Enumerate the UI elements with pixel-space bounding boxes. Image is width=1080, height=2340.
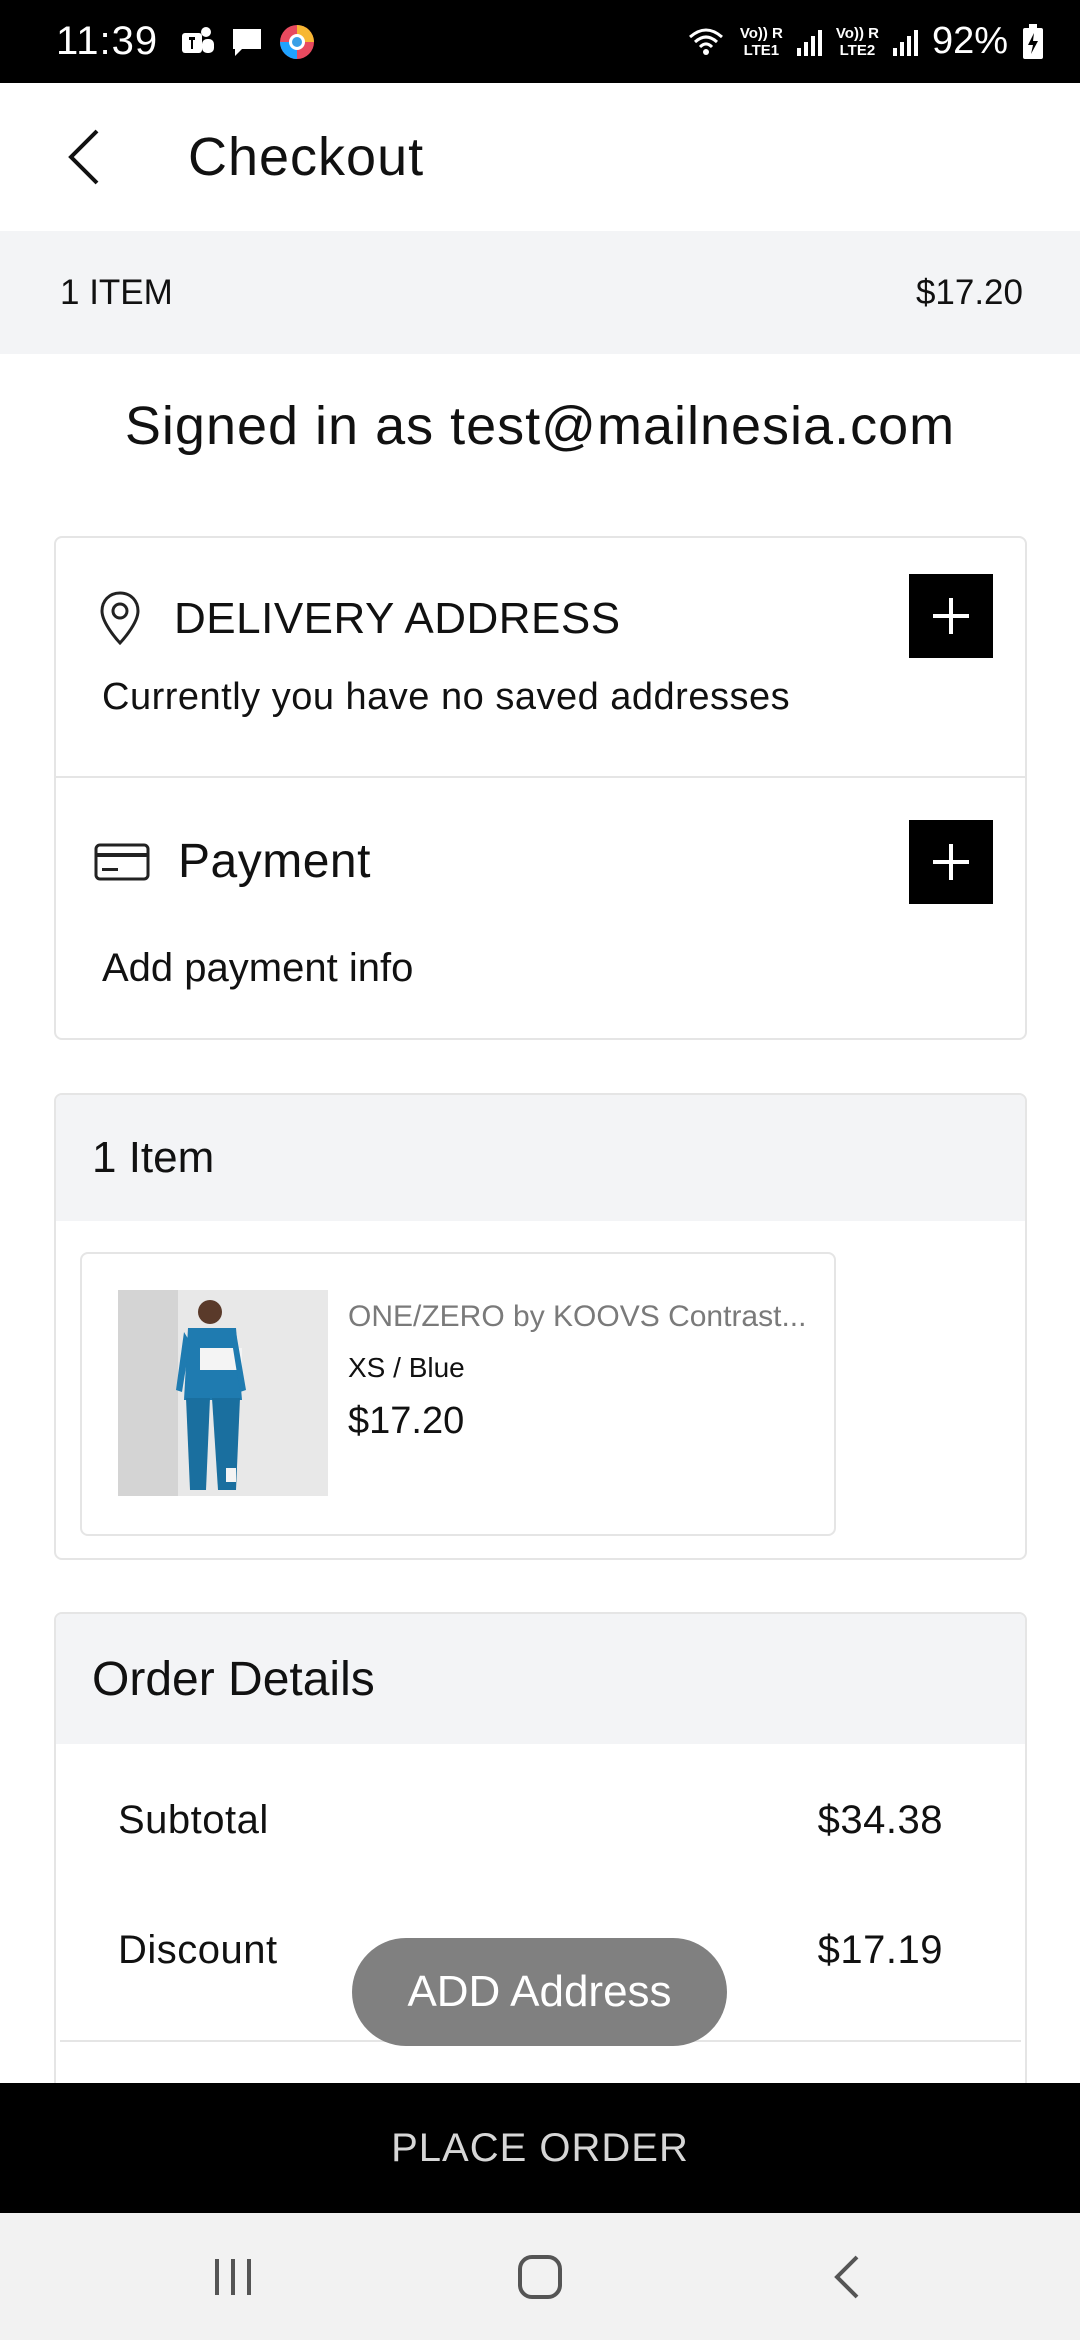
recent-apps-button[interactable] xyxy=(173,2232,293,2322)
items-card: 1 Item ONE/ZERO by KOOVS Contrast... XS … xyxy=(54,1093,1027,1560)
discount-label: Discount xyxy=(118,1928,278,1972)
app-header: Checkout xyxy=(0,83,1080,231)
system-back-button[interactable] xyxy=(787,2232,907,2322)
signal-bars-sim1-icon xyxy=(796,28,822,56)
product-variant: XS / Blue xyxy=(348,1352,465,1383)
battery-percent: 92% xyxy=(931,20,1008,62)
subtotal-label: Subtotal xyxy=(118,1798,269,1842)
home-button[interactable] xyxy=(480,2232,600,2322)
items-heading: 1 Item xyxy=(56,1095,1025,1221)
item-count: 1 ITEM xyxy=(60,272,173,312)
credit-card-icon xyxy=(94,843,150,881)
back-arrow-icon xyxy=(833,2255,859,2298)
product-image xyxy=(118,1290,328,1496)
status-notification-icons xyxy=(180,23,316,61)
status-time: 11:39 xyxy=(56,19,159,63)
wifi-icon xyxy=(688,28,723,55)
chevron-left-icon xyxy=(68,129,99,185)
location-pin-icon xyxy=(100,591,140,646)
cart-total: $17.20 xyxy=(915,272,1023,312)
discount-value: $17.19 xyxy=(817,1928,943,1972)
status-system-icons: Vo)) R LTE1 Vo)) R LTE2 92% xyxy=(686,20,1044,63)
sim2-network: LTE2 xyxy=(839,41,876,59)
teams-icon xyxy=(182,26,215,53)
chat-bubble-icon xyxy=(233,28,262,56)
sim2-label: Vo)) R LTE2 xyxy=(836,25,879,59)
cart-summary-strip: 1 ITEM $17.20 xyxy=(0,231,1080,354)
product-item[interactable]: ONE/ZERO by KOOVS Contrast... XS / Blue … xyxy=(80,1252,836,1536)
browser-app-icon xyxy=(280,24,315,59)
product-name: ONE/ZERO by KOOVS Contrast... xyxy=(348,1300,807,1333)
page-title: Checkout xyxy=(188,127,425,187)
place-order-button[interactable]: PLACE ORDER xyxy=(0,2083,1080,2213)
status-bar: 11:39 Vo)) R LTE1 Vo)) R LTE2 92% xyxy=(0,0,1080,83)
delivery-address-section: DELIVERY ADDRESS Currently you have no s… xyxy=(56,538,1025,778)
subtotal-value: $34.38 xyxy=(817,1798,943,1842)
system-nav-bar xyxy=(0,2213,1080,2340)
home-icon xyxy=(517,2254,562,2299)
battery-charging-icon xyxy=(1023,23,1043,59)
plus-icon xyxy=(933,844,969,880)
no-saved-addresses-text: Currently you have no saved addresses xyxy=(102,676,791,718)
add-address-toast: ADD Address xyxy=(352,1938,727,2046)
sim2-volte: Vo)) R xyxy=(835,24,879,42)
product-price: $17.20 xyxy=(348,1400,465,1442)
back-button[interactable] xyxy=(40,112,130,202)
add-payment-button[interactable] xyxy=(909,820,993,904)
product-photo xyxy=(118,1290,328,1496)
payment-title: Payment xyxy=(178,835,371,888)
signed-in-text: Signed in as test@mailnesia.com xyxy=(124,396,956,456)
order-row-subtotal: Subtotal $34.38 xyxy=(118,1798,943,1843)
delivery-payment-card: DELIVERY ADDRESS Currently you have no s… xyxy=(54,536,1027,1040)
add-address-button[interactable] xyxy=(909,574,993,658)
add-payment-info-text[interactable]: Add payment info xyxy=(102,946,413,991)
sim1-network: LTE1 xyxy=(743,41,780,59)
delivery-address-title: DELIVERY ADDRESS xyxy=(174,594,621,643)
order-details-heading: Order Details xyxy=(56,1614,1025,1744)
recent-apps-icon xyxy=(215,2258,252,2295)
sim1-label: Vo)) R LTE1 xyxy=(740,25,783,59)
plus-icon xyxy=(933,598,969,634)
sim1-volte: Vo)) R xyxy=(739,24,783,42)
signal-bars-sim2-icon xyxy=(892,28,918,56)
